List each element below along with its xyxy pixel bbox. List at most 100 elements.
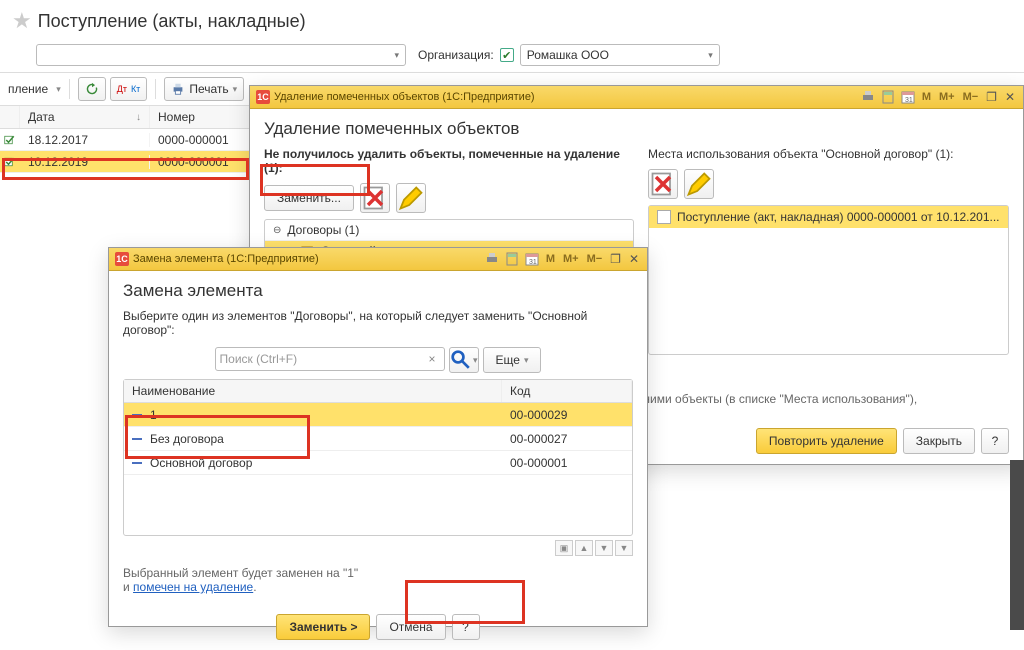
page-title: Поступление (акты, накладные) <box>38 11 306 32</box>
nav-down-button[interactable]: ▼ <box>595 540 613 556</box>
titlebar-window-icon[interactable]: ❐ <box>608 252 623 266</box>
org-value: Ромашка ООО <box>527 48 609 62</box>
tree-group-row[interactable]: ⊖ Договоры (1) <box>265 220 633 241</box>
clear-search-icon[interactable]: × <box>425 352 440 366</box>
printer-icon <box>171 82 185 96</box>
titlebar-close-icon[interactable]: ✕ <box>1003 90 1017 104</box>
tree-group-label: Договоры (1) <box>287 223 359 237</box>
help-button[interactable]: ? <box>452 614 480 640</box>
titlebar-mminus-button[interactable]: M− <box>585 253 605 265</box>
cell-date: 18.12.2017 <box>20 133 150 147</box>
search-placeholder: Поиск (Ctrl+F) <box>220 352 298 366</box>
usage-label: Места использования объекта "Основной до… <box>648 147 1009 161</box>
magnifier-icon <box>450 349 471 370</box>
mark-for-deletion-link[interactable]: помечен на удаление <box>133 580 253 594</box>
close-button[interactable]: Закрыть <box>903 428 975 454</box>
search-button[interactable]: ▾ <box>449 347 479 373</box>
delete-footer-note: занные с ними объекты (в списке "Места и… <box>590 392 1009 420</box>
usage-edit-button[interactable] <box>684 169 714 199</box>
nav-first-button[interactable]: ▣ <box>555 540 573 556</box>
replace-confirm-button[interactable]: Заменить > <box>276 614 370 640</box>
delete-mark-icon <box>649 170 677 198</box>
replace-instruction: Выберите один из элементов "Договоры", н… <box>123 309 633 337</box>
titlebar-m-button[interactable]: M <box>920 91 933 103</box>
elements-table[interactable]: Наименование Код 100-000029Без договора0… <box>123 379 633 536</box>
org-checkbox[interactable]: ✔ <box>500 48 514 62</box>
titlebar-calendar-icon[interactable]: 31 <box>900 89 916 105</box>
more-button[interactable]: Еще ▾ <box>483 347 542 373</box>
sort-down-icon: ↓ <box>136 112 141 123</box>
repeat-delete-button[interactable]: Повторить удаление <box>756 428 897 454</box>
item-icon <box>132 438 142 440</box>
replace-footer-note: Выбранный элемент будет заменен на "1" и… <box>123 566 633 594</box>
help-button[interactable]: ? <box>981 428 1009 454</box>
delete-mark-button[interactable] <box>360 183 390 213</box>
titlebar-close-icon[interactable]: ✕ <box>627 252 641 266</box>
titlebar-calendar-icon[interactable]: 31 <box>524 251 540 267</box>
usage-delete-mark-button[interactable] <box>648 169 678 199</box>
org-label: Организация: <box>418 48 494 62</box>
cell-date: 10.12.2019 <box>20 155 150 169</box>
delete-dialog-title: Удаление помеченных объектов (1С:Предпри… <box>274 91 535 103</box>
col-code-header[interactable]: Код <box>502 380 632 402</box>
toolbar-left-label: пление <box>4 82 52 96</box>
col-name-header[interactable]: Наименование <box>124 380 502 402</box>
cell-code: 00-000029 <box>502 408 632 422</box>
toolbar-refresh-button[interactable] <box>78 77 106 101</box>
titlebar-mplus-button[interactable]: M+ <box>561 253 581 265</box>
cell-code: 00-000001 <box>502 456 632 470</box>
titlebar-window-icon[interactable]: ❐ <box>984 90 999 104</box>
edit-button[interactable] <box>396 183 426 213</box>
item-icon <box>132 462 142 464</box>
filter-combo-1[interactable]: ▾ <box>36 44 406 66</box>
app-1c-icon: 1C <box>256 90 270 104</box>
titlebar-calculator-icon[interactable] <box>504 251 520 267</box>
usage-list-item[interactable]: Поступление (акт, накладная) 0000-000001… <box>649 206 1008 228</box>
delete-mark-icon <box>361 184 389 212</box>
cancel-button[interactable]: Отмена <box>376 614 445 640</box>
svg-text:31: 31 <box>905 97 913 104</box>
replace-button[interactable]: Заменить... <box>264 185 354 211</box>
titlebar-mplus-button[interactable]: M+ <box>937 91 957 103</box>
collapse-icon[interactable]: ⊖ <box>273 225 281 236</box>
document-icon <box>657 210 671 224</box>
toolbar-print-button[interactable]: Печать ▾ <box>164 77 244 101</box>
replace-dialog: 1C Замена элемента (1С:Предприятие) 31 M… <box>108 247 648 627</box>
replace-dialog-title: Замена элемента (1С:Предприятие) <box>133 253 319 265</box>
titlebar-print-icon[interactable] <box>860 89 876 105</box>
svg-text:31: 31 <box>529 259 537 266</box>
print-label: Печать <box>189 82 228 96</box>
item-icon <box>132 414 142 416</box>
replace-dialog-titlebar[interactable]: 1C Замена элемента (1С:Предприятие) 31 M… <box>109 248 647 271</box>
delete-heading: Удаление помеченных объектов <box>264 119 1009 139</box>
search-input[interactable]: Поиск (Ctrl+F) × <box>215 347 445 371</box>
refresh-icon <box>85 82 99 96</box>
nav-up-button[interactable]: ▲ <box>575 540 593 556</box>
table-nav-controls: ▣ ▲ ▼ ▼ <box>123 536 633 560</box>
usage-list[interactable]: Поступление (акт, накладная) 0000-000001… <box>648 205 1009 355</box>
right-sidebar-strip <box>1010 460 1024 630</box>
toolbar-dtkt-button[interactable]: ДтКт <box>110 77 148 101</box>
page-header: ★ Поступление (акты, накладные) <box>0 0 1024 42</box>
org-combo[interactable]: Ромашка ООО ▾ <box>520 44 720 66</box>
col-date[interactable]: Дата ↓ <box>20 106 150 128</box>
titlebar-print-icon[interactable] <box>484 251 500 267</box>
nav-last-button[interactable]: ▼ <box>615 540 633 556</box>
usage-item-label: Поступление (акт, накладная) 0000-000001… <box>677 210 1000 224</box>
cell-name: 1 <box>124 408 502 422</box>
row-status-icon <box>0 156 20 168</box>
titlebar-m-button[interactable]: M <box>544 253 557 265</box>
titlebar-calculator-icon[interactable] <box>880 89 896 105</box>
replace-heading: Замена элемента <box>123 281 633 301</box>
app-1c-icon: 1C <box>115 252 129 266</box>
pencil-icon <box>397 184 425 212</box>
table-row[interactable]: Основной договор00-000001 <box>124 451 632 475</box>
table-row[interactable]: 100-000029 <box>124 403 632 427</box>
cell-name: Основной договор <box>124 456 502 470</box>
cell-name: Без договора <box>124 432 502 446</box>
titlebar-mminus-button[interactable]: M− <box>961 91 981 103</box>
favorite-star-icon[interactable]: ★ <box>12 8 32 34</box>
table-row[interactable]: Без договора00-000027 <box>124 427 632 451</box>
delete-dialog-titlebar[interactable]: 1C Удаление помеченных объектов (1С:Пред… <box>250 86 1023 109</box>
delete-subheading: Не получилось удалить объекты, помеченны… <box>264 147 634 175</box>
